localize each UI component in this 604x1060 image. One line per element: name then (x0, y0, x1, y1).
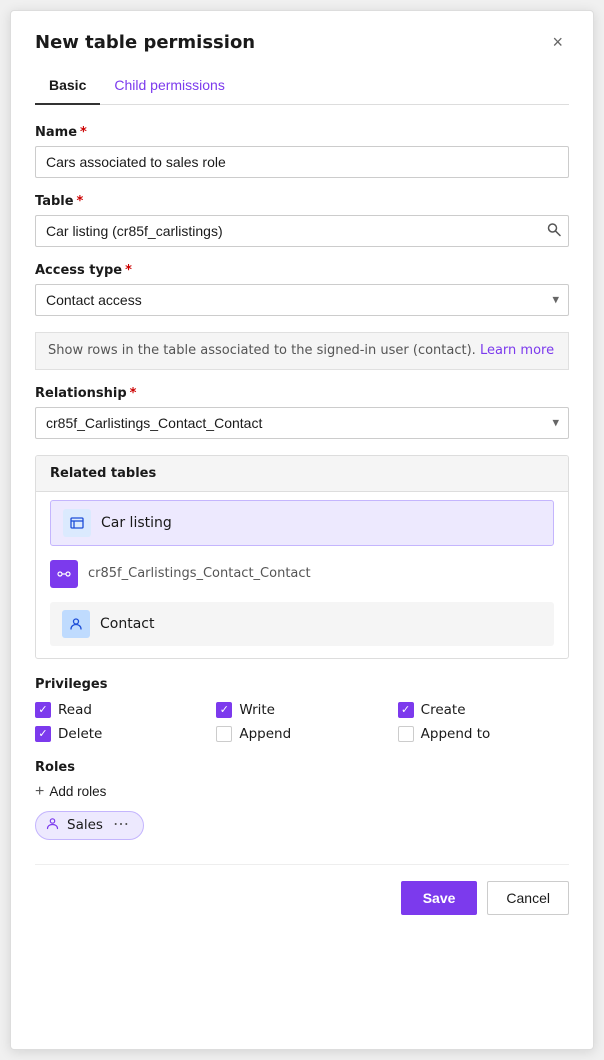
privileges-section: Privileges Read Write Create Delete Appe… (35, 677, 569, 742)
relationship-select-wrap: cr85f_Carlistings_Contact_Contact ▾ (35, 407, 569, 439)
access-type-select-wrap: Global access Contact access Account acc… (35, 284, 569, 316)
sales-role-label: Sales (67, 817, 103, 833)
contact-person-icon (62, 610, 90, 638)
roles-title: Roles (35, 760, 569, 775)
append-label: Append (239, 726, 291, 742)
create-checkbox[interactable] (398, 702, 414, 718)
table-field-wrap (35, 215, 569, 247)
search-icon (547, 223, 561, 237)
car-listing-label: Car listing (101, 515, 172, 531)
roles-section: Roles + Add roles Sales ⋯ (35, 760, 569, 840)
table-field-group: Table * (35, 194, 569, 247)
related-table-relationship[interactable]: cr85f_Carlistings_Contact_Contact (50, 552, 554, 596)
car-listing-table-icon (63, 509, 91, 537)
tab-basic[interactable]: Basic (35, 69, 100, 105)
delete-checkbox[interactable] (35, 726, 51, 742)
name-required: * (80, 125, 87, 140)
relationship-link-label: cr85f_Carlistings_Contact_Contact (88, 566, 311, 581)
access-type-select[interactable]: Global access Contact access Account acc… (35, 284, 569, 316)
privilege-delete: Delete (35, 726, 206, 742)
privilege-create: Create (398, 702, 569, 718)
roles-list: Sales ⋯ (35, 811, 569, 840)
write-checkbox[interactable] (216, 702, 232, 718)
related-tables-section: Related tables Car listing (35, 455, 569, 659)
privilege-read: Read (35, 702, 206, 718)
append-to-checkbox[interactable] (398, 726, 414, 742)
add-roles-button[interactable]: + Add roles (35, 783, 106, 801)
table-required: * (77, 194, 84, 209)
access-type-required: * (125, 263, 132, 278)
relationship-label: Relationship * (35, 386, 569, 401)
role-more-button[interactable]: ⋯ (111, 817, 131, 833)
tabs-container: Basic Child permissions (35, 69, 569, 105)
privilege-append-to: Append to (398, 726, 569, 742)
cancel-button[interactable]: Cancel (487, 881, 569, 915)
contact-label: Contact (100, 616, 154, 632)
table-search-button[interactable] (547, 223, 561, 240)
access-type-label: Access type * (35, 263, 569, 278)
name-input[interactable] (35, 146, 569, 178)
modal-header: New table permission × (35, 31, 569, 53)
plus-icon: + (35, 783, 44, 801)
related-table-car-listing[interactable]: Car listing (50, 500, 554, 546)
table-label: Table * (35, 194, 569, 209)
privileges-grid: Read Write Create Delete Append Append t… (35, 702, 569, 742)
save-button[interactable]: Save (401, 881, 478, 915)
relationship-link-icon (50, 560, 78, 588)
read-label: Read (58, 702, 92, 718)
relationship-select[interactable]: cr85f_Carlistings_Contact_Contact (35, 407, 569, 439)
relationship-field-group: Relationship * cr85f_Carlistings_Contact… (35, 386, 569, 439)
related-tables-title: Related tables (36, 456, 568, 492)
close-button[interactable]: × (546, 31, 569, 53)
new-table-permission-modal: New table permission × Basic Child permi… (10, 10, 594, 1050)
name-label: Name * (35, 125, 569, 140)
delete-label: Delete (58, 726, 102, 742)
related-tables-list: Car listing cr85f_Carlistings_Contact_Co… (36, 492, 568, 658)
create-label: Create (421, 702, 466, 718)
append-checkbox[interactable] (216, 726, 232, 742)
privilege-append: Append (216, 726, 387, 742)
append-to-label: Append to (421, 726, 491, 742)
role-person-icon (46, 817, 59, 834)
learn-more-link[interactable]: Learn more (480, 343, 554, 358)
name-field-group: Name * (35, 125, 569, 178)
table-input[interactable] (35, 215, 569, 247)
access-type-field-group: Access type * Global access Contact acce… (35, 263, 569, 316)
tab-child-permissions[interactable]: Child permissions (100, 69, 238, 105)
modal-title: New table permission (35, 32, 255, 53)
role-chip-sales[interactable]: Sales ⋯ (35, 811, 144, 840)
info-box: Show rows in the table associated to the… (35, 332, 569, 370)
read-checkbox[interactable] (35, 702, 51, 718)
privilege-write: Write (216, 702, 387, 718)
related-table-contact[interactable]: Contact (50, 602, 554, 646)
write-label: Write (239, 702, 275, 718)
relationship-required: * (130, 386, 137, 401)
modal-footer: Save Cancel (35, 864, 569, 915)
privileges-title: Privileges (35, 677, 569, 692)
